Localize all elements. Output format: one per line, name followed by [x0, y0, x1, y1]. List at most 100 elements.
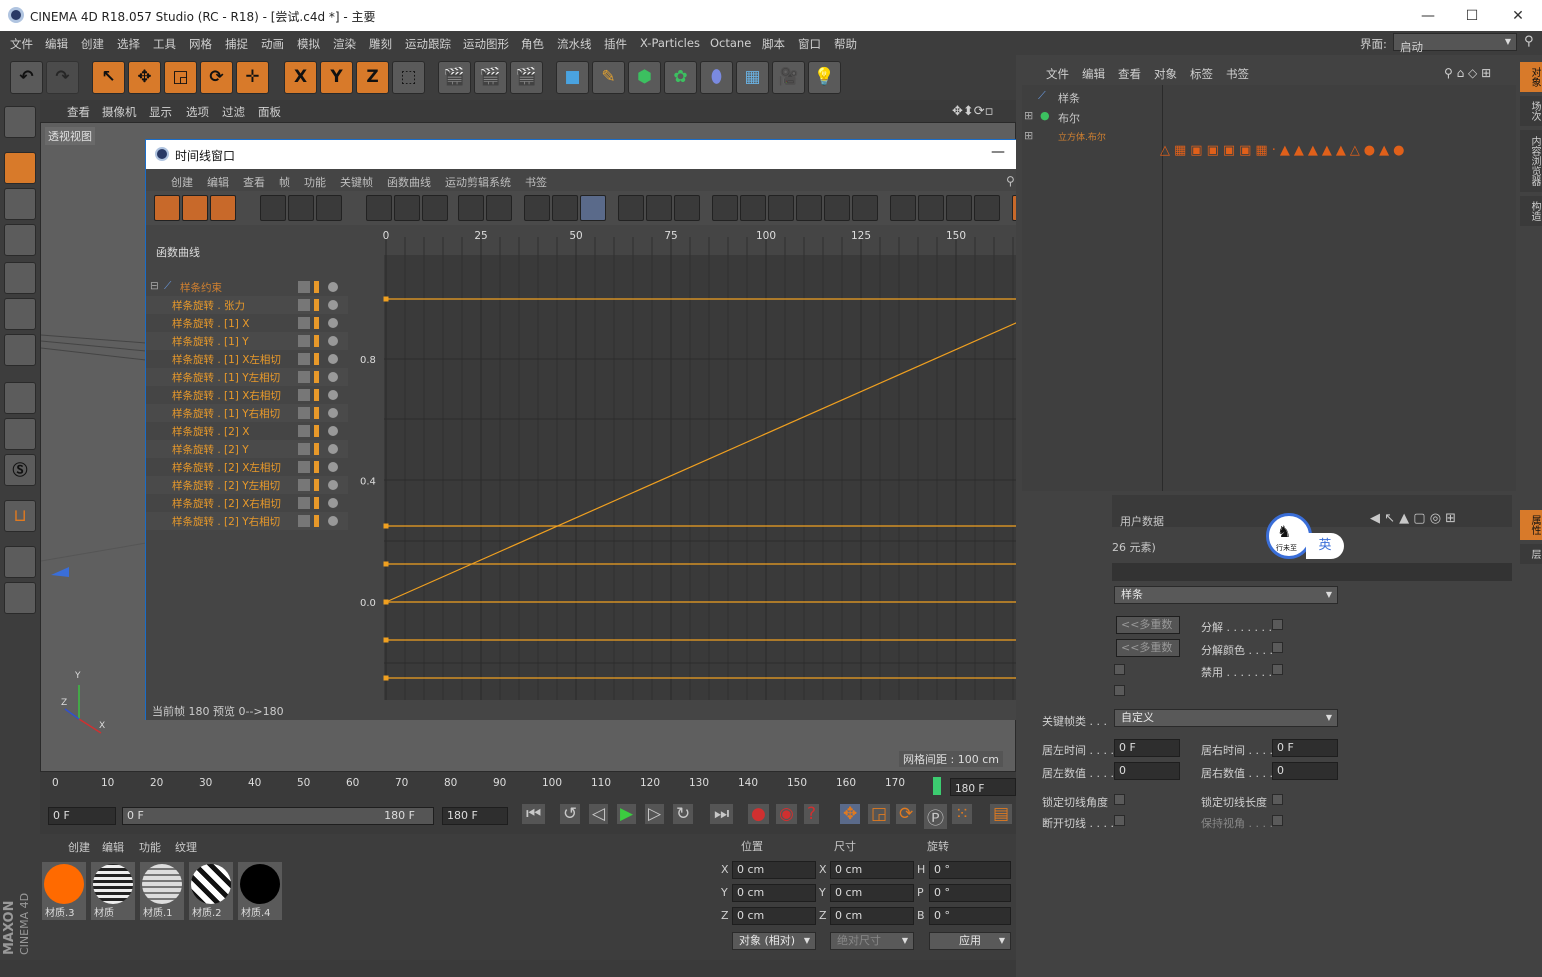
z-axis-button[interactable]: Z [356, 61, 389, 94]
tl-zero-length-button[interactable] [486, 195, 512, 221]
snap-button[interactable]: ⊔ [4, 500, 36, 532]
tl-key-add-button[interactable] [366, 195, 392, 221]
render-picture-button[interactable]: 🎬 [474, 61, 507, 94]
material-item[interactable]: 材质.1 [140, 862, 184, 920]
tl-tool-g[interactable] [890, 195, 916, 221]
tl-menu-functions[interactable]: 功能 [304, 174, 326, 190]
object-boole[interactable]: ⊞ ● 布尔 [1022, 108, 1164, 126]
rotation-field[interactable]: 0 ° [929, 861, 1011, 879]
key-pla-icon[interactable]: ⁙ [952, 804, 973, 824]
y-axis-button[interactable]: Y [320, 61, 353, 94]
tl-tool-1[interactable] [260, 195, 286, 221]
menu-snap[interactable]: 捕捉 [225, 36, 248, 52]
floor-button[interactable]: ▦ [736, 61, 769, 94]
side-tab-layers[interactable]: 层 [1520, 544, 1542, 564]
track-row[interactable]: 样条旋转 . [2] X右相切 [146, 494, 348, 512]
keyframe-point[interactable] [383, 675, 389, 681]
menu-octane[interactable]: Octane [710, 36, 751, 50]
menu-file[interactable]: 文件 [10, 36, 33, 52]
autokey-icon[interactable]: ◉ [776, 804, 797, 824]
position-field[interactable]: 0 cm [732, 884, 816, 902]
tl-tool-h[interactable] [918, 195, 944, 221]
tl-step-button[interactable] [552, 195, 578, 221]
viewport-menu-view[interactable]: 查看 [67, 104, 90, 120]
track-row[interactable]: 样条旋转 . [1] Y右相切 [146, 404, 348, 422]
menu-mograph[interactable]: 运动图形 [463, 36, 509, 52]
rotate-button[interactable]: ⟳ [200, 61, 233, 94]
track-row[interactable]: 样条旋转 . [2] X左相切 [146, 458, 348, 476]
workplane-lock-button[interactable] [4, 546, 36, 578]
side-tab-objects[interactable]: 对象 [1520, 62, 1542, 92]
render-view-button[interactable]: 🎬 [438, 61, 471, 94]
om-menu-object[interactable]: 对象 [1154, 66, 1177, 82]
tl-tool-b[interactable] [740, 195, 766, 221]
ime-language-badge[interactable]: 英 [1306, 533, 1344, 559]
end-frame-field[interactable]: 180 F [442, 807, 508, 825]
range-slider[interactable]: 0 F 180 F [122, 807, 434, 825]
menu-sculpt[interactable]: 雕刻 [369, 36, 392, 52]
track-row[interactable]: 样条旋转 . [2] Y [146, 440, 348, 458]
tl-tool-j[interactable] [974, 195, 1000, 221]
track-row[interactable]: 样条旋转 . [1] X右相切 [146, 386, 348, 404]
keyframe-point[interactable] [383, 296, 389, 302]
tl-zero-angle-button[interactable] [458, 195, 484, 221]
tl-linear-button[interactable] [524, 195, 550, 221]
layout-dropdown[interactable]: 启动 [1393, 33, 1517, 54]
key-parameter-icon[interactable]: Ⓟ [924, 804, 947, 829]
undo-button[interactable]: ↶ [10, 61, 43, 94]
break-tangent-checkbox[interactable] [1114, 815, 1125, 826]
keep-visual-checkbox[interactable] [1272, 815, 1283, 826]
coord-mode-dropdown[interactable]: 对象 (相对) [732, 932, 816, 950]
keyframe-point[interactable] [383, 561, 389, 567]
user-data-tab[interactable]: 用户数据 [1120, 513, 1164, 529]
material-item[interactable]: 材质.2 [189, 862, 233, 920]
tl-tool-i[interactable] [946, 195, 972, 221]
track-root[interactable]: ⊟ ⟋ 样条约束 [146, 278, 348, 296]
coordinate-system-button[interactable]: ⬚ [392, 61, 425, 94]
viewport-menu-panel[interactable]: 面板 [258, 104, 281, 120]
tl-key-add3-button[interactable] [422, 195, 448, 221]
menu-xparticles[interactable]: X-Particles [640, 36, 700, 50]
prev-frame-icon[interactable]: ◁ [589, 804, 609, 824]
play-icon[interactable]: ▶ [617, 804, 637, 824]
points-mode-button[interactable] [4, 262, 36, 294]
tl-menu-frame[interactable]: 帧 [279, 174, 290, 190]
mat-menu-function[interactable]: 功能 [139, 839, 161, 855]
object-tags[interactable]: △▦▣▣▣▣▦·▲▲▲▲▲△●▲● [1160, 143, 1516, 163]
right-time-field[interactable]: 0 F [1272, 739, 1338, 757]
track-row[interactable]: 样条旋转 . [1] Y [146, 332, 348, 350]
left-time-field[interactable]: 0 F [1114, 739, 1180, 757]
cube-button[interactable]: ■ [556, 61, 589, 94]
tl-tool-f[interactable] [852, 195, 878, 221]
keyframe-point[interactable] [383, 523, 389, 529]
track-row[interactable]: 样条旋转 . [1] Y左相切 [146, 368, 348, 386]
tl-tool-c[interactable] [768, 195, 794, 221]
pen-button[interactable]: ✎ [592, 61, 625, 94]
rotation-field[interactable]: 0 ° [929, 907, 1011, 925]
menu-edit[interactable]: 编辑 [45, 36, 68, 52]
menu-pipeline[interactable]: 流水线 [557, 36, 592, 52]
viewport-menu-filter[interactable]: 过滤 [222, 104, 245, 120]
side-tab-structure[interactable]: 构造 [1520, 196, 1542, 226]
timeline-minimize-button[interactable]: — [991, 144, 1005, 160]
track-row[interactable]: 样条旋转 . [2] Y左相切 [146, 476, 348, 494]
menu-character[interactable]: 角色 [521, 36, 544, 52]
model-mode-button[interactable] [4, 152, 36, 184]
tl-menu-keys[interactable]: 关键帧 [340, 174, 373, 190]
tl-tool-2[interactable] [288, 195, 314, 221]
side-tab-attributes[interactable]: 属性 [1520, 510, 1542, 540]
edges-mode-button[interactable] [4, 298, 36, 330]
tl-tool-3[interactable] [316, 195, 342, 221]
menu-simulate[interactable]: 模拟 [297, 36, 320, 52]
material-item[interactable]: 材质.4 [238, 862, 282, 920]
next-key-icon[interactable]: ↻ [673, 804, 694, 824]
checkbox[interactable] [1114, 664, 1125, 675]
ruler-end-field[interactable]: 180 F [950, 778, 1016, 796]
object-list[interactable]: ⟋ 样条 ⊞ ● 布尔 ⊞ 立方体.布尔 △▦▣▣▣▣▦·▲▲▲▲▲△●▲● [1022, 85, 1516, 491]
next-frame-icon[interactable]: ▷ [645, 804, 665, 824]
keyframe-point[interactable] [383, 637, 389, 643]
object-cube-boole[interactable]: ⊞ 立方体.布尔 [1022, 128, 1164, 146]
mat-menu-texture[interactable]: 纹理 [175, 839, 197, 855]
size-field[interactable]: 0 cm [830, 884, 914, 902]
attr-nav-icons[interactable]: ◀ ↖ ▲ ▢ ◎ ⊞ [1370, 511, 1456, 526]
